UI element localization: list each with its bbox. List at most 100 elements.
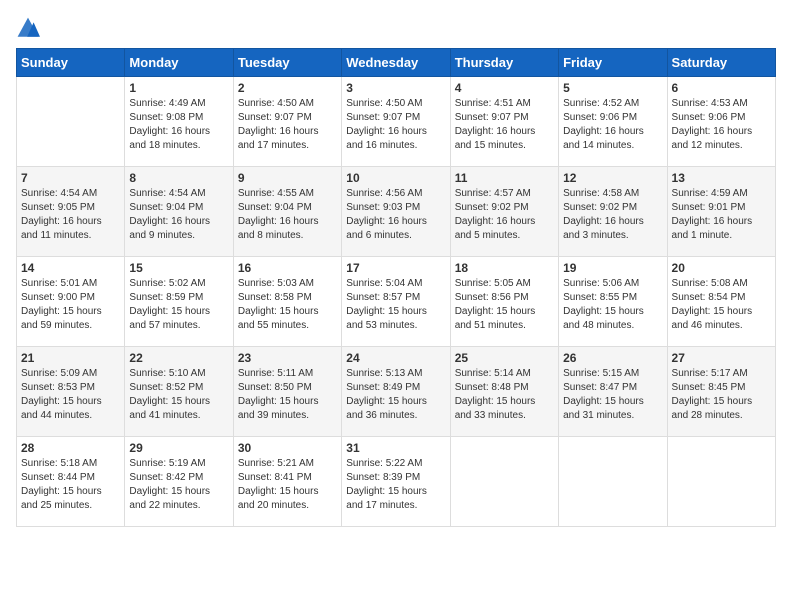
day-number: 28 xyxy=(21,441,120,455)
day-info: Sunrise: 5:01 AM Sunset: 9:00 PM Dayligh… xyxy=(21,277,120,333)
day-number: 20 xyxy=(672,261,771,275)
day-number: 19 xyxy=(563,261,662,275)
column-header-monday: Monday xyxy=(125,49,233,77)
calendar-cell: 16 Sunrise: 5:03 AM Sunset: 8:58 PM Dayli… xyxy=(233,257,341,347)
day-number: 14 xyxy=(21,261,120,275)
calendar-cell: 23 Sunrise: 5:11 AM Sunset: 8:50 PM Dayli… xyxy=(233,347,341,437)
day-info: Sunrise: 5:18 AM Sunset: 8:44 PM Dayligh… xyxy=(21,457,120,513)
day-number: 4 xyxy=(455,81,554,95)
day-number: 2 xyxy=(238,81,337,95)
logo-icon xyxy=(16,16,40,40)
day-number: 26 xyxy=(563,351,662,365)
day-number: 8 xyxy=(129,171,228,185)
day-info: Sunrise: 4:59 AM Sunset: 9:01 PM Dayligh… xyxy=(672,187,771,243)
calendar-cell: 6Sunrise: 4:53 AM Sunset: 9:06 PM Daylig… xyxy=(667,77,775,167)
day-info: Sunrise: 4:50 AM Sunset: 9:07 PM Dayligh… xyxy=(238,97,337,153)
day-info: Sunrise: 5:17 AM Sunset: 8:45 PM Dayligh… xyxy=(672,367,771,423)
calendar-cell xyxy=(667,437,775,527)
day-number: 31 xyxy=(346,441,445,455)
calendar-cell: 8Sunrise: 4:54 AM Sunset: 9:04 PM Daylig… xyxy=(125,167,233,257)
calendar-cell: 30 Sunrise: 5:21 AM Sunset: 8:41 PM Dayli… xyxy=(233,437,341,527)
day-info: Sunrise: 5:11 AM Sunset: 8:50 PM Dayligh… xyxy=(238,367,337,423)
day-info: Sunrise: 4:58 AM Sunset: 9:02 PM Dayligh… xyxy=(563,187,662,243)
calendar-cell: 13 Sunrise: 4:59 AM Sunset: 9:01 PM Dayli… xyxy=(667,167,775,257)
week-row-5: 28 Sunrise: 5:18 AM Sunset: 8:44 PM Dayli… xyxy=(17,437,776,527)
calendar-cell: 22 Sunrise: 5:10 AM Sunset: 8:52 PM Dayli… xyxy=(125,347,233,437)
day-number: 18 xyxy=(455,261,554,275)
day-number: 9 xyxy=(238,171,337,185)
day-info: Sunrise: 5:10 AM Sunset: 8:52 PM Dayligh… xyxy=(129,367,228,423)
day-info: Sunrise: 4:51 AM Sunset: 9:07 PM Dayligh… xyxy=(455,97,554,153)
calendar-cell: 31Sunrise: 5:22 AM Sunset: 8:39 PM Dayli… xyxy=(342,437,450,527)
calendar-header-row: SundayMondayTuesdayWednesdayThursdayFrid… xyxy=(17,49,776,77)
column-header-saturday: Saturday xyxy=(667,49,775,77)
calendar-cell xyxy=(17,77,125,167)
calendar-cell: 27Sunrise: 5:17 AM Sunset: 8:45 PM Dayli… xyxy=(667,347,775,437)
logo xyxy=(16,16,44,40)
day-number: 29 xyxy=(129,441,228,455)
day-info: Sunrise: 4:50 AM Sunset: 9:07 PM Dayligh… xyxy=(346,97,445,153)
calendar-cell: 1 Sunrise: 4:49 AM Sunset: 9:08 PM Daylig… xyxy=(125,77,233,167)
calendar-cell: 2 Sunrise: 4:50 AM Sunset: 9:07 PM Daylig… xyxy=(233,77,341,167)
day-info: Sunrise: 4:49 AM Sunset: 9:08 PM Dayligh… xyxy=(129,97,228,153)
calendar-cell: 17Sunrise: 5:04 AM Sunset: 8:57 PM Dayli… xyxy=(342,257,450,347)
day-info: Sunrise: 4:52 AM Sunset: 9:06 PM Dayligh… xyxy=(563,97,662,153)
calendar-cell: 19Sunrise: 5:06 AM Sunset: 8:55 PM Dayli… xyxy=(559,257,667,347)
calendar-cell: 18 Sunrise: 5:05 AM Sunset: 8:56 PM Dayli… xyxy=(450,257,558,347)
calendar-cell: 20 Sunrise: 5:08 AM Sunset: 8:54 PM Dayli… xyxy=(667,257,775,347)
day-info: Sunrise: 5:13 AM Sunset: 8:49 PM Dayligh… xyxy=(346,367,445,423)
day-info: Sunrise: 5:19 AM Sunset: 8:42 PM Dayligh… xyxy=(129,457,228,513)
calendar-cell: 28 Sunrise: 5:18 AM Sunset: 8:44 PM Dayli… xyxy=(17,437,125,527)
week-row-3: 14 Sunrise: 5:01 AM Sunset: 9:00 PM Dayli… xyxy=(17,257,776,347)
day-info: Sunrise: 5:15 AM Sunset: 8:47 PM Dayligh… xyxy=(563,367,662,423)
calendar-cell: 4 Sunrise: 4:51 AM Sunset: 9:07 PM Daylig… xyxy=(450,77,558,167)
page-header xyxy=(16,16,776,40)
column-header-wednesday: Wednesday xyxy=(342,49,450,77)
day-info: Sunrise: 5:14 AM Sunset: 8:48 PM Dayligh… xyxy=(455,367,554,423)
day-info: Sunrise: 5:02 AM Sunset: 8:59 PM Dayligh… xyxy=(129,277,228,333)
day-info: Sunrise: 4:53 AM Sunset: 9:06 PM Dayligh… xyxy=(672,97,771,153)
day-info: Sunrise: 5:04 AM Sunset: 8:57 PM Dayligh… xyxy=(346,277,445,333)
day-number: 16 xyxy=(238,261,337,275)
day-number: 5 xyxy=(563,81,662,95)
day-number: 24 xyxy=(346,351,445,365)
day-number: 11 xyxy=(455,171,554,185)
day-number: 22 xyxy=(129,351,228,365)
calendar-cell: 29 Sunrise: 5:19 AM Sunset: 8:42 PM Dayli… xyxy=(125,437,233,527)
day-info: Sunrise: 5:08 AM Sunset: 8:54 PM Dayligh… xyxy=(672,277,771,333)
week-row-2: 7Sunrise: 4:54 AM Sunset: 9:05 PM Daylig… xyxy=(17,167,776,257)
calendar-cell: 9 Sunrise: 4:55 AM Sunset: 9:04 PM Daylig… xyxy=(233,167,341,257)
day-number: 21 xyxy=(21,351,120,365)
day-number: 25 xyxy=(455,351,554,365)
column-header-tuesday: Tuesday xyxy=(233,49,341,77)
column-header-friday: Friday xyxy=(559,49,667,77)
calendar-cell: 24 Sunrise: 5:13 AM Sunset: 8:49 PM Dayli… xyxy=(342,347,450,437)
calendar-cell xyxy=(559,437,667,527)
calendar-cell: 10Sunrise: 4:56 AM Sunset: 9:03 PM Dayli… xyxy=(342,167,450,257)
day-number: 7 xyxy=(21,171,120,185)
calendar-cell: 14 Sunrise: 5:01 AM Sunset: 9:00 PM Dayli… xyxy=(17,257,125,347)
day-info: Sunrise: 4:55 AM Sunset: 9:04 PM Dayligh… xyxy=(238,187,337,243)
day-number: 13 xyxy=(672,171,771,185)
day-number: 10 xyxy=(346,171,445,185)
day-number: 30 xyxy=(238,441,337,455)
day-info: Sunrise: 5:05 AM Sunset: 8:56 PM Dayligh… xyxy=(455,277,554,333)
calendar-cell: 25 Sunrise: 5:14 AM Sunset: 8:48 PM Dayli… xyxy=(450,347,558,437)
day-number: 1 xyxy=(129,81,228,95)
week-row-1: 1 Sunrise: 4:49 AM Sunset: 9:08 PM Daylig… xyxy=(17,77,776,167)
day-info: Sunrise: 5:21 AM Sunset: 8:41 PM Dayligh… xyxy=(238,457,337,513)
column-header-sunday: Sunday xyxy=(17,49,125,77)
day-info: Sunrise: 5:03 AM Sunset: 8:58 PM Dayligh… xyxy=(238,277,337,333)
calendar-cell: 11 Sunrise: 4:57 AM Sunset: 9:02 PM Dayli… xyxy=(450,167,558,257)
day-number: 12 xyxy=(563,171,662,185)
calendar-cell: 21 Sunrise: 5:09 AM Sunset: 8:53 PM Dayli… xyxy=(17,347,125,437)
column-header-thursday: Thursday xyxy=(450,49,558,77)
day-info: Sunrise: 4:57 AM Sunset: 9:02 PM Dayligh… xyxy=(455,187,554,243)
calendar-cell: 5 Sunrise: 4:52 AM Sunset: 9:06 PM Daylig… xyxy=(559,77,667,167)
calendar-cell: 15Sunrise: 5:02 AM Sunset: 8:59 PM Dayli… xyxy=(125,257,233,347)
calendar-cell: 3Sunrise: 4:50 AM Sunset: 9:07 PM Daylig… xyxy=(342,77,450,167)
calendar-cell: 26 Sunrise: 5:15 AM Sunset: 8:47 PM Dayli… xyxy=(559,347,667,437)
calendar-cell xyxy=(450,437,558,527)
day-info: Sunrise: 5:09 AM Sunset: 8:53 PM Dayligh… xyxy=(21,367,120,423)
day-number: 23 xyxy=(238,351,337,365)
